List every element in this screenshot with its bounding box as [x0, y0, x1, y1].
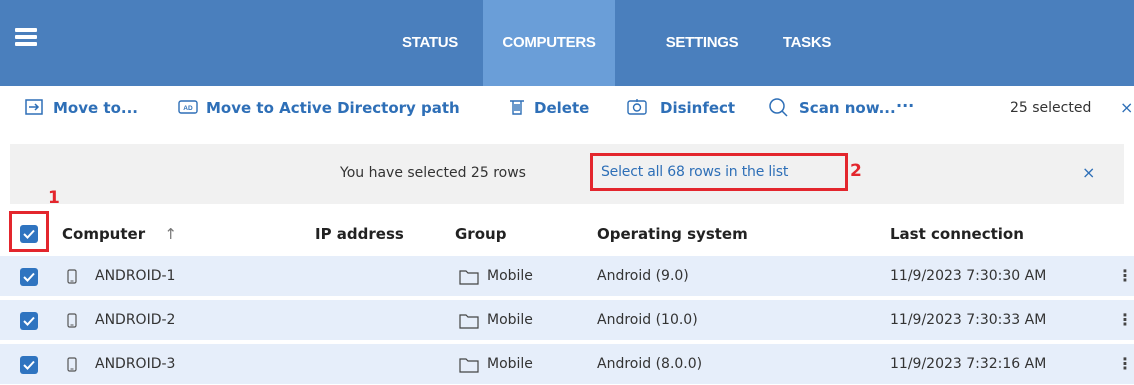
mobile-device-icon [67, 357, 77, 372]
operating-system: Android (8.0.0) [597, 356, 703, 372]
computer-name: ANDROID-1 [95, 268, 176, 284]
disinfect-icon [627, 99, 647, 115]
computer-name: ANDROID-3 [95, 356, 176, 372]
annotation-marker-2: 2 [850, 161, 862, 181]
delete-button[interactable]: Delete [508, 86, 589, 130]
folder-icon [459, 358, 479, 373]
selection-banner: You have selected 25 rows Select all 68 … [10, 144, 1124, 204]
checkmark-icon [23, 360, 35, 370]
mobile-device-icon [67, 313, 77, 328]
folder-icon [459, 314, 479, 329]
table-header: Computer ↑ IP address Group Operating sy… [0, 212, 1134, 256]
move-to-icon [25, 99, 43, 115]
delete-label: Delete [534, 99, 590, 117]
column-header-operating-system[interactable]: Operating system [597, 212, 748, 256]
row-menu-icon[interactable]: ⋮ [1117, 344, 1133, 384]
row-checkbox[interactable] [20, 312, 38, 330]
more-actions-button[interactable]: ··· [896, 86, 914, 126]
row-checkbox[interactable] [20, 356, 38, 374]
group-name: Mobile [487, 312, 533, 328]
selection-message: You have selected 25 rows [340, 165, 526, 181]
operating-system: Android (9.0) [597, 268, 689, 284]
select-all-highlight-box: Select all 68 rows in the list [590, 153, 848, 191]
search-icon [769, 98, 788, 117]
column-header-last-connection[interactable]: Last connection [890, 212, 1024, 256]
group-name: Mobile [487, 356, 533, 372]
tab-tasks[interactable]: TASKS [766, 0, 848, 86]
banner-close-icon[interactable]: × [1082, 144, 1095, 202]
top-nav-bar: STATUS COMPUTERS SETTINGS TASKS [0, 0, 1134, 86]
row-checkbox[interactable] [20, 268, 38, 286]
move-to-label: Move to... [53, 99, 138, 117]
group-name: Mobile [487, 268, 533, 284]
row-menu-icon[interactable]: ⋮ [1117, 300, 1133, 340]
table-row[interactable]: ANDROID-2 Mobile Android (10.0) 11/9/202… [0, 300, 1134, 342]
disinfect-label: Disinfect [660, 99, 736, 117]
action-toolbar: Move to... AD Move to Active Directory p… [0, 86, 1134, 144]
column-header-computer[interactable]: Computer ↑ [62, 212, 177, 256]
annotation-marker-1: 1 [48, 188, 60, 208]
checkmark-icon [23, 316, 35, 326]
mobile-device-icon [67, 269, 77, 284]
sort-ascending-icon: ↑ [164, 225, 177, 243]
last-connection: 11/9/2023 7:30:30 AM [890, 268, 1047, 284]
hamburger-menu-icon[interactable] [15, 28, 37, 46]
disinfect-button[interactable]: Disinfect [627, 86, 735, 130]
column-header-ip-address[interactable]: IP address [315, 212, 404, 256]
tab-computers[interactable]: COMPUTERS [483, 0, 615, 86]
operating-system: Android (10.0) [597, 312, 698, 328]
active-directory-icon: AD [178, 100, 198, 114]
last-connection: 11/9/2023 7:30:33 AM [890, 312, 1047, 328]
ad-icon-text: AD [183, 105, 193, 112]
computer-name: ANDROID-2 [95, 312, 176, 328]
trash-icon [510, 100, 524, 115]
checkmark-icon [23, 229, 35, 239]
move-to-ad-path-button[interactable]: AD Move to Active Directory path [178, 86, 460, 130]
tab-settings[interactable]: SETTINGS [648, 0, 756, 86]
select-all-rows-link[interactable]: Select all 68 rows in the list [601, 156, 788, 188]
clear-selection-close-icon[interactable]: × [1120, 86, 1133, 130]
move-to-button[interactable]: Move to... [25, 86, 138, 130]
folder-icon [459, 270, 479, 285]
last-connection: 11/9/2023 7:32:16 AM [890, 356, 1047, 372]
table-row[interactable]: ANDROID-1 Mobile Android (9.0) 11/9/2023… [0, 256, 1134, 298]
scan-now-label: Scan now... [799, 99, 896, 117]
row-menu-icon[interactable]: ⋮ [1117, 256, 1133, 296]
column-header-group[interactable]: Group [455, 212, 506, 256]
select-all-checkbox[interactable] [20, 225, 38, 243]
scan-now-button[interactable]: Scan now... [768, 86, 896, 130]
move-to-ad-path-label: Move to Active Directory path [206, 99, 460, 117]
column-computer-label: Computer [62, 225, 146, 243]
table-row[interactable]: ANDROID-3 Mobile Android (8.0.0) 11/9/20… [0, 344, 1134, 385]
tab-status[interactable]: STATUS [382, 0, 478, 86]
checkmark-icon [23, 272, 35, 282]
selected-count: 25 selected [1010, 100, 1092, 116]
